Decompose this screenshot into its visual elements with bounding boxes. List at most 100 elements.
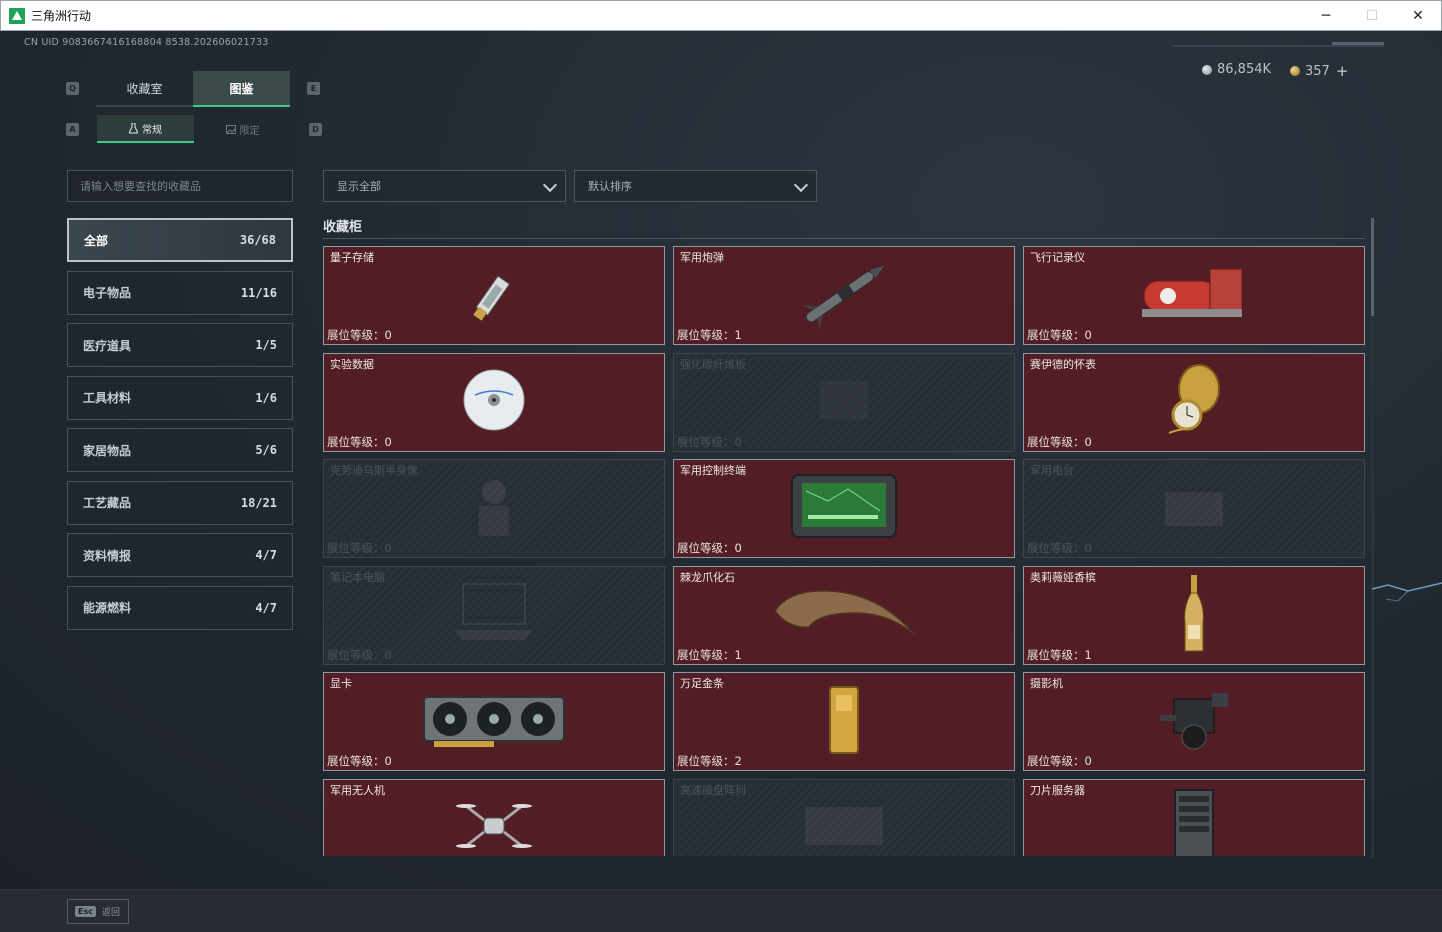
category-count: 5/6	[255, 443, 277, 457]
key-hint-q: Q	[66, 82, 79, 95]
category-label: 电子物品	[83, 286, 132, 300]
collection-card[interactable]: 笔记本电脑展位等级：0	[323, 565, 665, 665]
item-display-level: 展位等级：0	[327, 647, 392, 662]
maximize-button[interactable]: ☐	[1349, 1, 1395, 30]
collection-card[interactable]: 刀片服务器	[1023, 778, 1365, 856]
section-divider	[323, 238, 1365, 239]
scrollbar-thumb[interactable]	[1371, 218, 1374, 316]
item-display-level: 展位等级：0	[1027, 541, 1092, 555]
category-item[interactable]: 电子物品 11/16	[67, 270, 293, 315]
category-count: 1/5	[255, 338, 277, 352]
sub-tabs: 常规 限定	[97, 115, 291, 143]
collection-card[interactable]: 万足金条展位等级：2	[673, 672, 1015, 771]
silver-currency: 86,854K	[1202, 62, 1271, 77]
sort-dropdown[interactable]: 默认排序	[574, 170, 817, 202]
item-display-level: 展位等级：0	[327, 434, 392, 449]
image-icon	[225, 124, 236, 134]
item-name: 万足金条	[680, 677, 724, 690]
category-item[interactable]: 资料情报 4/7	[67, 533, 293, 577]
divider	[1332, 42, 1384, 45]
category-item[interactable]: 工具材料 1/6	[67, 375, 293, 420]
drone-icon	[454, 794, 534, 856]
category-item[interactable]: 工艺藏品 18/21	[67, 480, 293, 525]
item-name: 军用电台	[1030, 464, 1074, 477]
tab-catalog[interactable]: 图鉴	[193, 71, 290, 107]
item-name: 显卡	[330, 677, 352, 690]
item-display-level: 展位等级：1	[677, 647, 742, 662]
chevron-down-icon	[542, 177, 558, 193]
camera-icon	[1154, 685, 1234, 759]
usb-drive-icon	[459, 259, 529, 333]
item-display-level: 展位等级：0	[1027, 328, 1092, 342]
collection-card[interactable]: 克劳迪乌斯半身像 展位等级：0	[323, 459, 665, 558]
subtab-limited-label: 限定	[239, 125, 260, 137]
disk-array-icon	[799, 801, 889, 855]
search-input[interactable]: 请输入想要查找的收藏品	[67, 170, 293, 202]
esc-key-hint: Esc	[75, 906, 96, 917]
category-item[interactable]: 能源燃料 4/7	[67, 585, 293, 630]
category-label: 家居物品	[83, 443, 132, 458]
carbon-plate-icon	[814, 375, 874, 429]
collection-card[interactable]: 军用炮弹 展位等级：1	[673, 246, 1015, 345]
item-display-level: 展位等级：1	[677, 328, 742, 342]
gold-amount: 357	[1305, 63, 1330, 79]
flight-recorder-icon	[1138, 263, 1250, 329]
collection-card[interactable]: 实验数据 展位等级：0	[323, 352, 665, 452]
terminal-icon	[788, 471, 900, 547]
subtab-limited[interactable]: 限定	[194, 115, 291, 143]
silver-amount: 86,854K	[1217, 62, 1272, 77]
gold-currency: 357 +	[1290, 62, 1348, 80]
add-currency-button[interactable]: +	[1336, 62, 1349, 80]
collection-card[interactable]: 强化碳纤维板 展位等级：0	[673, 352, 1015, 452]
gold-coin-icon	[1290, 66, 1300, 76]
collection-card[interactable]: 棘龙爪化石展位等级：1	[673, 565, 1015, 665]
item-display-level: 展位等级：0	[1027, 754, 1092, 768]
disc-icon	[461, 367, 527, 437]
collection-card[interactable]: 奥莉薇娅香槟 展位等级：1	[1023, 565, 1365, 665]
radio-icon	[1159, 482, 1229, 536]
category-item[interactable]: 全部 36/68	[67, 218, 293, 262]
bottom-bar: Esc 返回	[0, 889, 1442, 932]
item-display-level: 展位等级：0	[327, 328, 392, 342]
tab-collection-room[interactable]: 收藏室	[96, 71, 193, 107]
item-display-level: 展位等级：1	[1027, 647, 1092, 662]
collection-card[interactable]: 军用无人机	[323, 778, 665, 856]
category-label: 全部	[84, 233, 109, 248]
category-label: 工艺藏品	[83, 496, 132, 510]
gold-bar-icon	[826, 685, 862, 759]
collection-card[interactable]: 飞行记录仪展位等级：0	[1023, 246, 1365, 345]
item-display-level: 展位等级：0	[327, 541, 392, 555]
category-count: 4/7	[255, 600, 277, 615]
item-name: 飞行记录仪	[1030, 251, 1085, 264]
item-display-level: 展位等级：0	[327, 754, 392, 768]
minimize-button[interactable]: ─	[1303, 1, 1349, 30]
category-item[interactable]: 医疗道具 1/5	[67, 323, 293, 367]
server-icon	[1169, 786, 1219, 856]
collection-card[interactable]: 显卡展位等级：0	[323, 672, 665, 771]
section-title: 收藏柜	[323, 220, 363, 235]
collection-card[interactable]: 军用电台展位等级：0	[1023, 459, 1365, 558]
item-name: 棘龙爪化石	[680, 570, 735, 584]
item-display-level: 展位等级：2	[677, 754, 742, 768]
close-button[interactable]: ✕	[1395, 1, 1441, 30]
collection-card[interactable]: 量子存储 展位等级：0	[323, 246, 665, 345]
item-name: 军用控制终端	[680, 464, 746, 477]
flask-icon	[129, 122, 138, 133]
category-item[interactable]: 家居物品 5/6	[67, 428, 293, 472]
item-name: 笔记本电脑	[330, 570, 385, 584]
collection-card[interactable]: 摄影机 展位等级：0	[1023, 672, 1365, 771]
category-label: 工具材料	[83, 391, 132, 405]
subtab-regular-label: 常规	[142, 124, 162, 136]
filter-dropdown[interactable]: 显示全部	[323, 170, 566, 202]
collection-card[interactable]: 赛伊德的怀表 展位等级：0	[1023, 352, 1365, 452]
collection-card[interactable]: 高速磁盘阵列	[673, 778, 1015, 856]
back-button[interactable]: Esc 返回	[67, 899, 129, 924]
filter-dropdown-value: 显示全部	[337, 180, 381, 193]
bust-icon	[469, 472, 519, 546]
champagne-icon	[1179, 573, 1209, 657]
subtab-regular[interactable]: 常规	[97, 115, 194, 143]
collection-card[interactable]: 军用控制终端 展位等级：0	[673, 459, 1015, 558]
gpu-icon	[420, 689, 568, 755]
item-name: 军用无人机	[330, 783, 385, 797]
lightning-decoration-icon	[1371, 582, 1442, 602]
